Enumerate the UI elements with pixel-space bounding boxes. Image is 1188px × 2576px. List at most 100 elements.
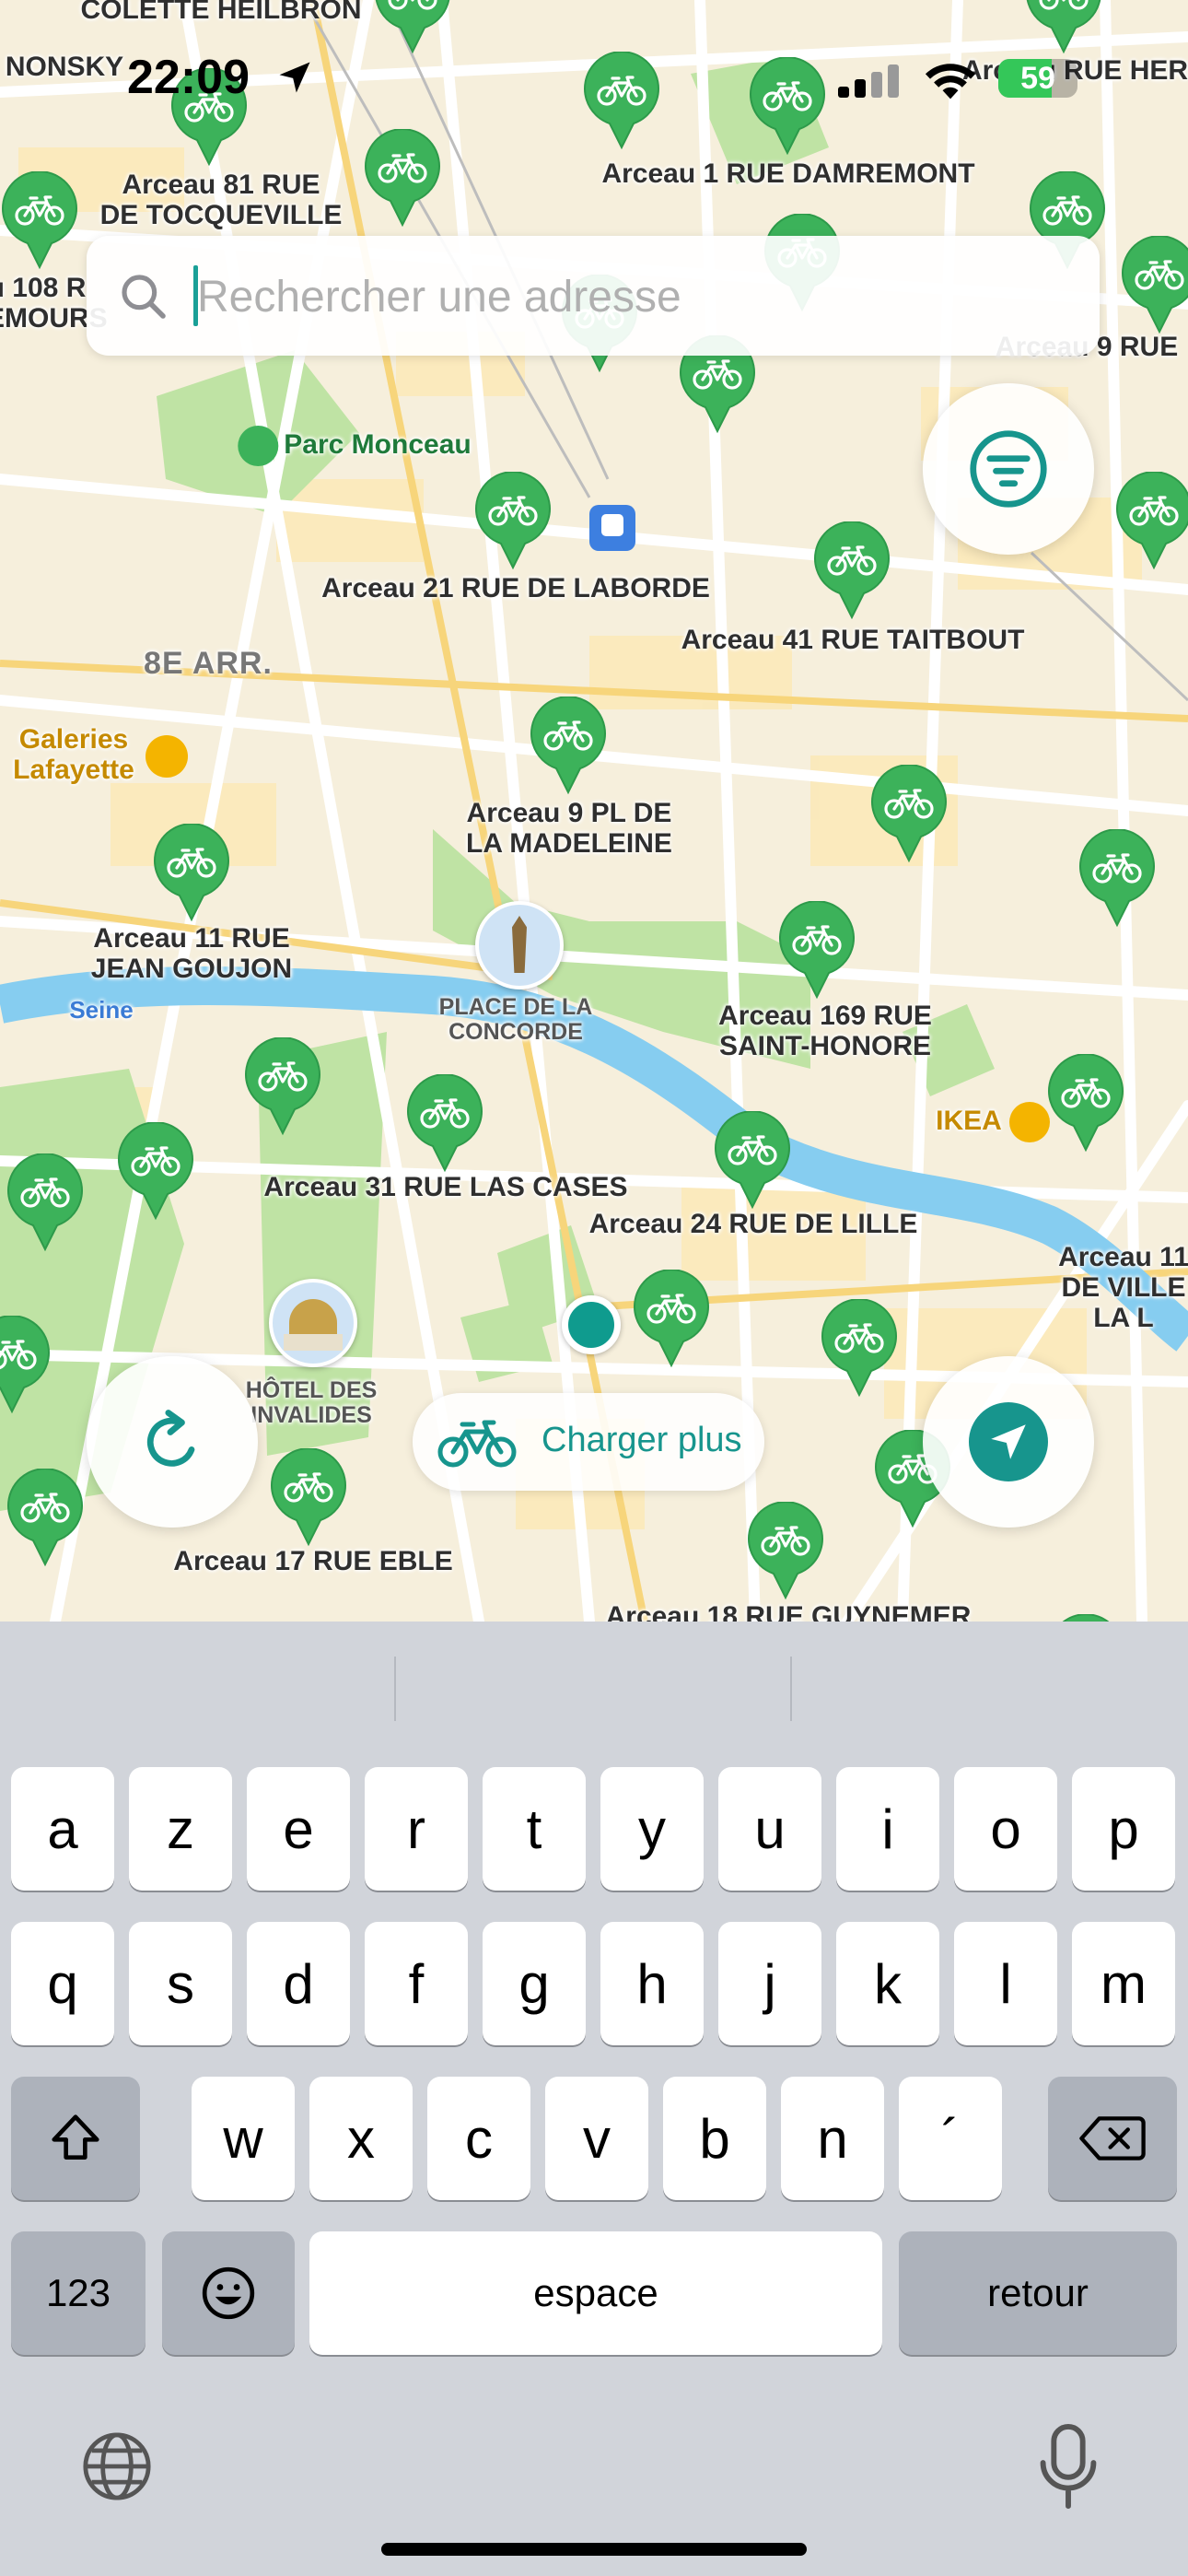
key-l[interactable]: l	[954, 1922, 1057, 2045]
bike-station-pin[interactable]	[869, 765, 949, 864]
bike-station-pin[interactable]	[6, 1469, 85, 1568]
bike-station-pin[interactable]	[820, 1299, 899, 1399]
bicycle-icon	[154, 824, 229, 922]
shift-key[interactable]	[11, 2077, 140, 2200]
station-label: Arceau 24 RUE DE LILLE	[588, 1209, 918, 1239]
shopping-bag-icon	[1009, 1102, 1050, 1142]
key-z[interactable]: z	[129, 1767, 232, 1891]
key-f[interactable]: f	[365, 1922, 468, 2045]
station-label: Arceau 18 RUE GUYNEMER	[605, 1601, 972, 1622]
bike-station-pin[interactable]	[152, 824, 231, 923]
key-acute-accent[interactable]: ´	[899, 2077, 1002, 2200]
emoji-key[interactable]	[162, 2231, 295, 2355]
locate-me-button[interactable]	[923, 1356, 1094, 1528]
train-station-icon[interactable]	[589, 505, 635, 551]
bike-station-pin[interactable]	[777, 901, 856, 1001]
station-label: Arceau 21 RUE DE LABORDE	[321, 573, 710, 603]
location-services-icon	[279, 62, 310, 93]
suggestion-divider	[790, 1657, 792, 1721]
key-v[interactable]: v	[545, 2077, 648, 2200]
station-label: Arceau 169 RUE SAINT-HONORE	[718, 1001, 932, 1061]
refresh-button[interactable]	[87, 1356, 258, 1528]
globe-icon[interactable]	[79, 2429, 155, 2504]
station-label: Arceau 81 RUE DE TOCQUEVILLE	[99, 170, 343, 230]
bike-station-pin[interactable]	[473, 472, 553, 571]
key-g[interactable]: g	[483, 1922, 586, 2045]
key-t[interactable]: t	[483, 1767, 586, 1891]
bike-station-pin[interactable]	[1114, 472, 1188, 571]
delete-key[interactable]	[1048, 2077, 1177, 2200]
keyboard: a z e r t y u i o p q s d f g h j k l m …	[0, 1622, 1188, 2576]
space-key[interactable]: espace	[309, 2231, 882, 2355]
bicycle-icon	[748, 1502, 823, 1600]
bicycle-icon	[7, 1153, 83, 1252]
bike-station-pin[interactable]	[269, 1448, 348, 1548]
emoji-icon	[202, 2266, 255, 2320]
bike-station-pin[interactable]	[0, 1316, 52, 1415]
station-label: Arceau 11 DE VILLE LA L	[1058, 1242, 1188, 1333]
bike-station-pin[interactable]	[1077, 829, 1157, 929]
bike-station-pin[interactable]	[812, 521, 891, 621]
key-b[interactable]: b	[663, 2077, 766, 2200]
bike-station-pin[interactable]	[713, 1111, 792, 1211]
bike-station-pin[interactable]	[529, 697, 608, 796]
key-a[interactable]: a	[11, 1767, 114, 1891]
key-r[interactable]: r	[365, 1767, 468, 1891]
key-j[interactable]: j	[718, 1922, 821, 2045]
key-s[interactable]: s	[129, 1922, 232, 2045]
bicycle-icon	[1079, 829, 1155, 928]
bicycle-icon	[821, 1299, 897, 1398]
station-label: Arceau 17 RUE EBLE	[173, 1546, 453, 1576]
key-n[interactable]: n	[781, 2077, 884, 2200]
bicycle-icon	[634, 1270, 709, 1368]
text-cursor	[193, 265, 198, 326]
return-key[interactable]: retour	[899, 2231, 1177, 2355]
bicycle-icon	[271, 1448, 346, 1547]
bike-station-pin[interactable]	[0, 171, 79, 271]
bike-station-pin[interactable]	[632, 1270, 711, 1369]
key-c[interactable]: c	[427, 2077, 530, 2200]
key-w[interactable]: w	[192, 2077, 295, 2200]
key-y[interactable]: y	[600, 1767, 704, 1891]
station-label: Arceau 9 PL DE LA MADELEINE	[466, 798, 672, 859]
obelisk-landmark-icon[interactable]	[475, 901, 564, 989]
cellular-signal-icon	[838, 64, 899, 98]
bike-station-pin[interactable]	[405, 1074, 484, 1174]
key-o[interactable]: o	[954, 1767, 1057, 1891]
numbers-key[interactable]: 123	[11, 2231, 146, 2355]
place-label-concorde: PLACE DE LA CONCORDE	[438, 994, 593, 1045]
suggestion-divider	[394, 1657, 396, 1721]
filter-button[interactable]	[923, 383, 1094, 555]
key-q[interactable]: q	[11, 1922, 114, 2045]
key-i[interactable]: i	[836, 1767, 939, 1891]
bike-station-pin[interactable]	[1120, 236, 1188, 335]
bike-station-pin[interactable]	[243, 1037, 322, 1137]
search-bar[interactable]	[87, 236, 1100, 356]
key-x[interactable]: x	[309, 2077, 413, 2200]
key-m[interactable]: m	[1072, 1922, 1175, 2045]
bike-station-pin[interactable]	[363, 129, 442, 228]
microphone-icon[interactable]	[1035, 2423, 1101, 2510]
load-more-button[interactable]: Charger plus	[413, 1393, 764, 1491]
filter-icon	[970, 430, 1047, 508]
bike-station-pin[interactable]	[1046, 1614, 1125, 1622]
bike-station-pin[interactable]	[6, 1153, 85, 1253]
shopping-bag-icon	[146, 735, 188, 778]
bicycle-icon	[475, 472, 551, 570]
place-label-ikea: IKEA	[936, 1106, 1002, 1136]
bicycle-icon	[407, 1074, 483, 1173]
key-e[interactable]: e	[247, 1767, 350, 1891]
key-h[interactable]: h	[600, 1922, 704, 2045]
bicycle-icon	[814, 521, 890, 620]
key-d[interactable]: d	[247, 1922, 350, 2045]
bicycle-icon	[1048, 1054, 1124, 1153]
location-arrow-icon	[969, 1402, 1048, 1481]
bike-station-pin[interactable]	[1046, 1054, 1125, 1153]
invalides-dome-landmark-icon[interactable]	[269, 1279, 357, 1367]
bike-station-pin[interactable]	[746, 1502, 825, 1601]
key-k[interactable]: k	[836, 1922, 939, 2045]
bike-station-pin[interactable]	[116, 1122, 195, 1222]
key-u[interactable]: u	[718, 1767, 821, 1891]
key-p[interactable]: p	[1072, 1767, 1175, 1891]
search-input[interactable]	[195, 258, 1065, 335]
